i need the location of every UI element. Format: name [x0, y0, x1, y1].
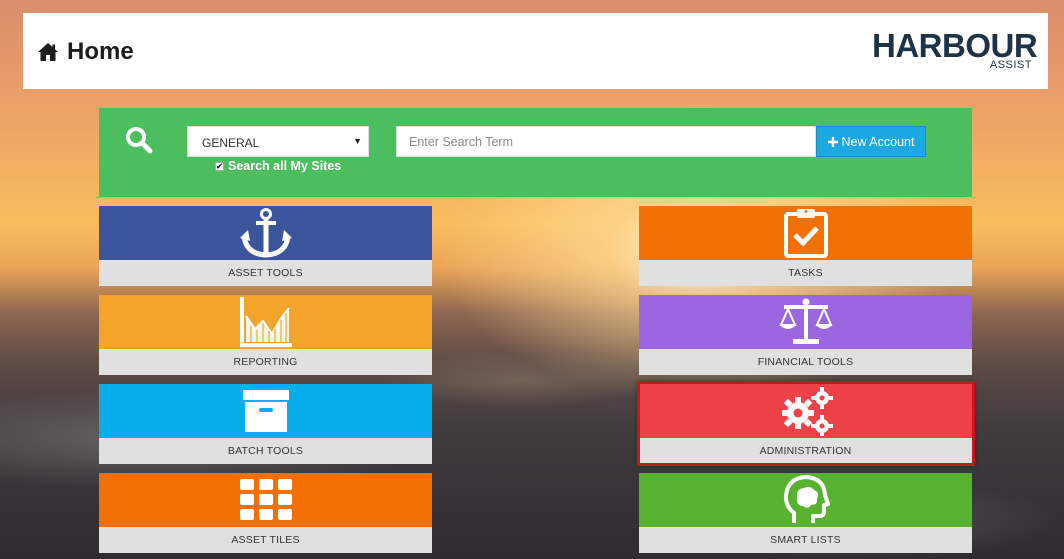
tile-asset-tools[interactable]: ASSET TOOLS: [99, 206, 432, 286]
gears-icon: [781, 387, 833, 436]
area-chart-icon: [239, 297, 292, 347]
page-title: Home: [37, 37, 134, 67]
plus-icon: [827, 136, 838, 147]
search-icon[interactable]: [125, 126, 153, 154]
search-all-sites-checkbox[interactable]: ✔: [215, 161, 224, 171]
tile-tasks[interactable]: TASKS: [639, 206, 972, 286]
tile-icon-area: [639, 473, 972, 527]
tile-administration[interactable]: ADMINISTRATION: [639, 384, 972, 464]
tile-icon-area: [99, 384, 432, 438]
search-category-value: GENERAL: [202, 136, 260, 150]
tile-icon-area: [639, 384, 972, 438]
anchor-icon: [239, 208, 292, 258]
tile-icon-area: [99, 295, 432, 349]
home-icon: [38, 43, 58, 61]
new-account-button[interactable]: New Account: [816, 126, 926, 157]
tile-label: ASSET TOOLS: [99, 260, 432, 286]
tile-icon-area: [639, 206, 972, 260]
tile-batch-tools[interactable]: BATCH TOOLS: [99, 384, 432, 464]
search-all-sites-option[interactable]: ✔ Search all My Sites: [215, 159, 341, 173]
tile-reporting[interactable]: REPORTING: [99, 295, 432, 375]
balance-scale-icon: [778, 298, 833, 344]
search-input[interactable]: [396, 126, 816, 157]
logo-main-text: HARBOUR: [872, 27, 1038, 64]
tile-financial-tools[interactable]: FINANCIAL TOOLS: [639, 295, 972, 375]
clipboard-check-icon: [783, 209, 828, 258]
new-account-label: New Account: [841, 134, 915, 149]
harbour-assist-logo[interactable]: HARBOUR ASSIST: [872, 27, 1038, 73]
tile-icon-area: [99, 206, 432, 260]
head-brain-icon: [783, 475, 830, 523]
grid-icon: [239, 479, 292, 520]
dropdown-arrow-icon: ▼: [353, 136, 362, 146]
page-header: Home HARBOUR ASSIST: [23, 13, 1048, 89]
tile-label: SMART LISTS: [639, 527, 972, 553]
search-panel: GENERAL ▼ ✔ Search all My Sites New Acco…: [99, 108, 972, 197]
tile-label: TASKS: [639, 260, 972, 286]
tile-icon-area: [99, 473, 432, 527]
page-title-text: Home: [67, 38, 134, 65]
search-all-sites-label: Search all My Sites: [228, 159, 342, 173]
search-category-select[interactable]: GENERAL ▼: [187, 126, 369, 157]
tile-asset-tiles[interactable]: ASSET TILES: [99, 473, 432, 553]
tile-smart-lists[interactable]: SMART LISTS: [639, 473, 972, 553]
tile-label: REPORTING: [99, 349, 432, 375]
tile-label: BATCH TOOLS: [99, 438, 432, 464]
tile-icon-area: [639, 295, 972, 349]
tile-label: ASSET TILES: [99, 527, 432, 553]
tile-label: FINANCIAL TOOLS: [639, 349, 972, 375]
tile-label: ADMINISTRATION: [639, 438, 972, 464]
archive-box-icon: [242, 390, 289, 432]
